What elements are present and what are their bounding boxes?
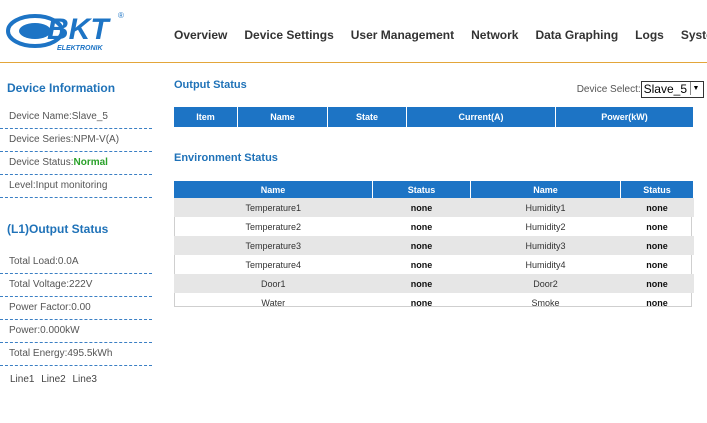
col-name: Name [237, 107, 328, 127]
col-status-2: Status [620, 181, 694, 198]
sensor-name: Temperature3 [174, 236, 373, 255]
sensor-status: none [410, 221, 433, 232]
sensor-status: none [620, 274, 694, 293]
bkt-logo: BKT ELEKTRONIK ® [6, 11, 124, 52]
power-factor: Power Factor:0.00 [0, 297, 152, 320]
sensor-status: none [646, 221, 668, 232]
device-status: Device Status:Normal [0, 152, 152, 175]
device-select-dropdown[interactable]: Slave_5 ▼ [640, 81, 704, 98]
sensor-status: none [372, 198, 471, 217]
chevron-down-icon: ▼ [690, 82, 701, 95]
output-status-heading: Output Status [174, 79, 247, 91]
col-current: Current(A) [406, 107, 556, 127]
nav-overview[interactable]: Overview [174, 28, 227, 42]
sensor-name: Water [261, 297, 286, 308]
sensor-name: Temperature4 [245, 259, 302, 270]
output-status-title: (L1)Output Status [7, 222, 109, 236]
total-load: Total Load:0.0A [0, 251, 152, 274]
device-select: Device Select: Slave_5 ▼ [577, 81, 704, 98]
device-status-label: Device Status: [9, 157, 74, 168]
nav-system[interactable]: System [681, 28, 707, 42]
line-selector[interactable]: Line1 Line2 Line3 [0, 374, 160, 385]
nav-user-management[interactable]: User Management [351, 28, 454, 42]
main-nav: Overview Device Settings User Management Ne… [174, 26, 707, 46]
sensor-name: Humidity4 [525, 259, 566, 270]
col-name-1: Name [174, 181, 373, 198]
sensor-name: Door1 [174, 274, 373, 293]
device-select-label: Device Select: [576, 84, 641, 96]
table-row: Temperature1 none Humidity1 none [174, 198, 694, 217]
sensor-status: none [646, 259, 668, 270]
sensor-status: none [410, 297, 433, 308]
sensor-status: none [372, 274, 471, 293]
sidebar: Device Information Device Name:Slave_5 D… [0, 63, 160, 385]
total-voltage: Total Voltage:222V [0, 274, 152, 297]
power: Power:0.000kW [0, 320, 152, 343]
table-row: Door1 none Door2 none [174, 274, 694, 293]
col-name-2: Name [470, 181, 621, 198]
level: Level:Input monitoring [0, 175, 152, 198]
device-name: Device Name:Slave_5 [0, 106, 152, 129]
svg-text:BKT: BKT [47, 13, 111, 46]
table-header-row: Item Name State Current(A) Power(kW) [174, 107, 694, 127]
sensor-name: Humidity2 [525, 221, 566, 232]
table-row: Water none Smoke none [174, 293, 694, 312]
svg-text:ELEKTRONIK: ELEKTRONIK [57, 45, 103, 52]
col-state: State [327, 107, 407, 127]
col-power: Power(kW) [555, 107, 694, 127]
device-series: Device Series:NPM-V(A) [0, 129, 152, 152]
device-select-value: Slave_5 [643, 82, 687, 96]
table-row: Temperature3 none Humidity3 none [174, 236, 694, 255]
nav-device-settings[interactable]: Device Settings [244, 28, 333, 42]
sensor-name: Door2 [470, 274, 621, 293]
table-header-row: Name Status Name Status [174, 181, 694, 198]
table-row: Temperature2 none Humidity2 none [174, 217, 694, 236]
sensor-status: none [646, 297, 668, 308]
sensor-name: Humidity3 [470, 236, 621, 255]
nav-network[interactable]: Network [471, 28, 518, 42]
sensor-name: Temperature1 [174, 198, 373, 217]
output-status-table: Item Name State Current(A) Power(kW) [174, 107, 694, 127]
environment-status-heading: Environment Status [174, 152, 278, 164]
device-status-value: Normal [73, 157, 108, 168]
svg-text:®: ® [118, 11, 124, 20]
col-status-1: Status [372, 181, 471, 198]
col-item: Item [174, 107, 238, 127]
sensor-name: Temperature2 [245, 221, 302, 232]
device-information-title: Device Information [7, 81, 116, 95]
sensor-status: none [372, 236, 471, 255]
sensor-name: Humidity1 [470, 198, 621, 217]
table-row: Temperature4 none Humidity4 none [174, 255, 694, 274]
nav-logs[interactable]: Logs [635, 28, 664, 42]
sensor-status: none [410, 259, 433, 270]
environment-status-table: Name Status Name Status Temperature1 none… [174, 181, 694, 312]
total-energy: Total Energy:495.5kWh [0, 343, 152, 366]
nav-data-graphing[interactable]: Data Graphing [535, 28, 618, 42]
sensor-status: none [620, 236, 694, 255]
sensor-status: none [620, 198, 694, 217]
header: BKT ELEKTRONIK ® Overview Device Settings… [0, 0, 707, 63]
sensor-name: Smoke [531, 297, 560, 308]
